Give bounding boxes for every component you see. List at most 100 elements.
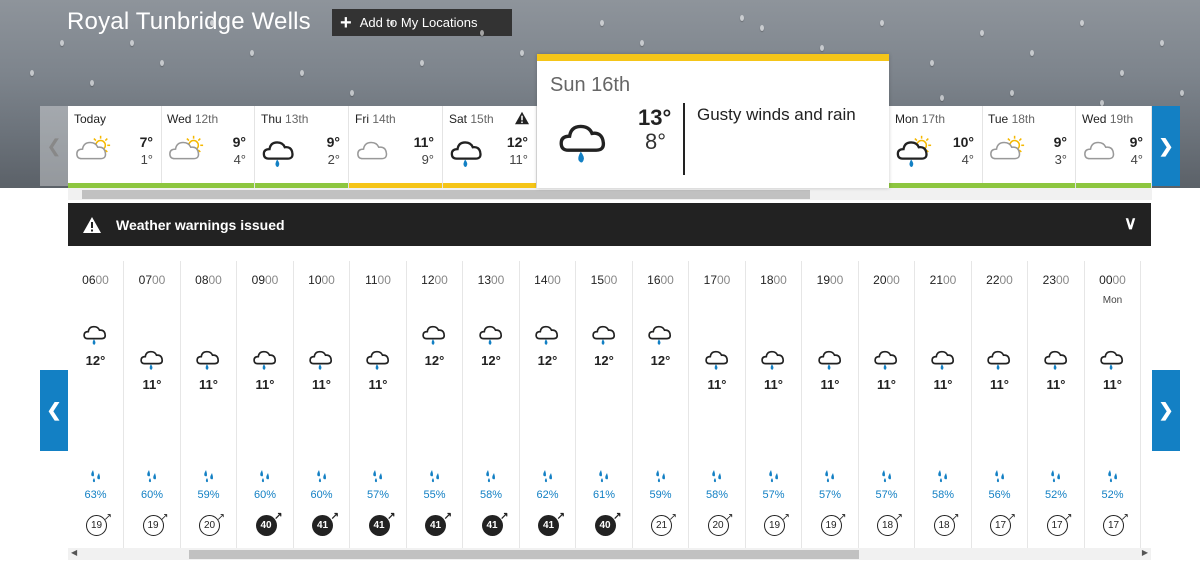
chevron-down-icon[interactable]: ∨ (1124, 213, 1137, 234)
hour-column[interactable]: 0600 12° 63% 19 ↗ (68, 261, 124, 548)
cloud-rain-icon (704, 344, 732, 377)
hour-column[interactable]: 0800 11° 59% 20 ↗ (181, 261, 237, 548)
wind-direction-arrow-icon: ↗ (951, 512, 960, 523)
day-low: 11° (509, 152, 528, 167)
day-tile[interactable]: Wed 19th 9° 4° (1076, 106, 1152, 188)
hour-mm: 00 (717, 273, 731, 287)
raindrop (350, 90, 354, 96)
hour-temperature: 11° (820, 377, 840, 392)
cloud-rain-icon (760, 344, 788, 377)
hours-scroll-right-button[interactable]: ❯ (1152, 370, 1180, 451)
hour-column[interactable]: 2200 11° 56% 17 ↗ (972, 261, 1028, 548)
cloud-icon (1082, 132, 1120, 175)
day-tile[interactable]: Wed 12th 9° 4° (161, 106, 255, 188)
hour-time: 1100 (351, 273, 406, 287)
hour-mm: 00 (999, 273, 1013, 287)
raindrops-icon (68, 469, 123, 488)
day-weekday: Fri (355, 112, 369, 126)
hours-scrollbar[interactable]: ◀ ▶ (68, 548, 1151, 560)
hour-hh: 22 (986, 273, 1000, 287)
wind-speed-badge: 19 ↗ (764, 512, 790, 536)
wind-speed-badge: 21 ↗ (651, 512, 677, 536)
hour-time: 2300 (1029, 273, 1084, 287)
wind-speed-badge: 17 ↗ (1046, 512, 1073, 536)
rain-chance: 62% (536, 489, 559, 501)
hour-hh: 08 (195, 273, 209, 287)
day-name: Fri 14th (355, 112, 396, 126)
wind-speed-badge: 19 ↗ (142, 512, 169, 536)
wind-direction-arrow-icon: ↗ (274, 511, 283, 522)
wind-speed: 20 (203, 520, 216, 531)
wind-direction-arrow-icon: ↗ (613, 511, 622, 522)
hour-temperature: 12° (85, 353, 106, 368)
day-high: 10° (952, 134, 974, 150)
day-high: 9° (1053, 134, 1067, 150)
days-scrollbar[interactable] (68, 188, 1152, 200)
days-scroll-left-button[interactable]: ❮ (40, 106, 68, 186)
wind-speed-badge: 40 ↗ (255, 511, 283, 536)
raindrop (1180, 90, 1184, 96)
hour-column[interactable]: 1700 11° 58% 20 ↗ (690, 261, 746, 548)
hours-scroll-left-button[interactable]: ❮ (40, 370, 68, 451)
add-to-my-locations-button[interactable]: + Add to My Locations (332, 9, 512, 36)
day-name: Tue 18th (988, 112, 1035, 126)
hour-column[interactable]: 1800 11° 57% 19 ↗ (746, 261, 802, 548)
weather-warnings-bar[interactable]: Weather warnings issued ∨ (68, 203, 1151, 246)
hour-column[interactable]: 2000 11° 57% 18 ↗ (859, 261, 915, 548)
hour-hh: 19 (816, 273, 830, 287)
cloud-rain-icon (557, 111, 613, 172)
scroll-left-arrow-icon[interactable]: ◀ (71, 548, 77, 557)
day-tile[interactable]: Today 7° 1° (68, 106, 162, 188)
raindrop (820, 45, 824, 51)
rain-chance: 57% (762, 489, 785, 501)
day-weekday: Tue (988, 112, 1009, 126)
hour-column[interactable]: 0700 11° 60% 19 ↗ (125, 261, 181, 548)
hour-column[interactable]: 1500 12° 61% 40 ↗ (577, 261, 633, 548)
rain-chance: 61% (592, 489, 616, 501)
hours-scrollbar-thumb[interactable] (189, 550, 859, 559)
day-tile[interactable]: Tue 18th 9° 3° (982, 106, 1076, 188)
hour-column[interactable]: 0000 Mon 11° 52% 17 ↗ (1085, 261, 1141, 548)
hour-column[interactable]: 1400 12° 62% 41 ↗ (520, 261, 576, 548)
cloud-rain-icon (195, 344, 223, 377)
hour-time: 0800 (181, 273, 236, 287)
day-date: 12th (194, 112, 219, 126)
hourly-forecast: 0600 12° 63% 19 ↗ 0700 11° 60% 19 ↗ 0800 1… (68, 261, 1151, 548)
raindrop (760, 25, 764, 31)
hour-mm: 00 (943, 273, 957, 287)
scroll-right-arrow-icon[interactable]: ▶ (1142, 548, 1148, 557)
day-weekday: Thu (261, 112, 282, 126)
cloud-rain-icon (930, 344, 958, 377)
hour-column[interactable]: 1100 11° 57% 41 ↗ (351, 261, 407, 548)
days-scroll-right-button[interactable]: ❯ (1152, 106, 1180, 186)
day-tile[interactable]: Mon 17th 10° 4° (889, 106, 983, 188)
cloud-icon (355, 132, 393, 175)
hour-time: 1400 (520, 273, 575, 287)
wind-speed-badge: 41 ↗ (481, 511, 509, 536)
selected-day-card[interactable]: Sun 16th 13° 8° Gusty winds and rain (537, 54, 889, 188)
hour-column[interactable]: 0900 11° 60% 40 ↗ (238, 261, 294, 548)
days-scrollbar-thumb[interactable] (82, 190, 810, 199)
wind-speed-badge: 41 ↗ (538, 511, 565, 536)
hour-time: 1500 (577, 273, 632, 287)
hour-column[interactable]: 1900 11° 57% 19 ↗ (803, 261, 859, 548)
day-tile[interactable]: Sat 15th 12° 11° (443, 106, 537, 188)
selected-day-name: Sun 16th (550, 74, 630, 97)
day-tile[interactable]: Fri 14th 11° 9° (349, 106, 443, 188)
cloud-rain-icon (478, 319, 506, 352)
hour-temperature: 11° (199, 377, 218, 392)
hour-column[interactable]: 1000 11° 60% 41 ↗ (294, 261, 350, 548)
hour-time: 1700 (690, 273, 745, 287)
raindrop (30, 70, 34, 76)
hour-column[interactable]: 2100 11° 58% 18 ↗ (916, 261, 972, 548)
raindrop (940, 95, 944, 101)
wind-speed-badge: 41 ↗ (425, 511, 452, 536)
raindrop (130, 40, 134, 46)
warning-icon (515, 111, 529, 125)
hour-column[interactable]: 1600 12° 59% 21 ↗ (633, 261, 689, 548)
day-weekday: Wed (167, 112, 192, 126)
hour-column[interactable]: 2300 11° 52% 17 ↗ (1029, 261, 1085, 548)
hour-column[interactable]: 1200 12° 55% 41 ↗ (407, 261, 463, 548)
hour-column[interactable]: 1300 12° 58% 41 ↗ (464, 261, 520, 548)
day-tile[interactable]: Thu 13th 9° 2° (255, 106, 349, 188)
